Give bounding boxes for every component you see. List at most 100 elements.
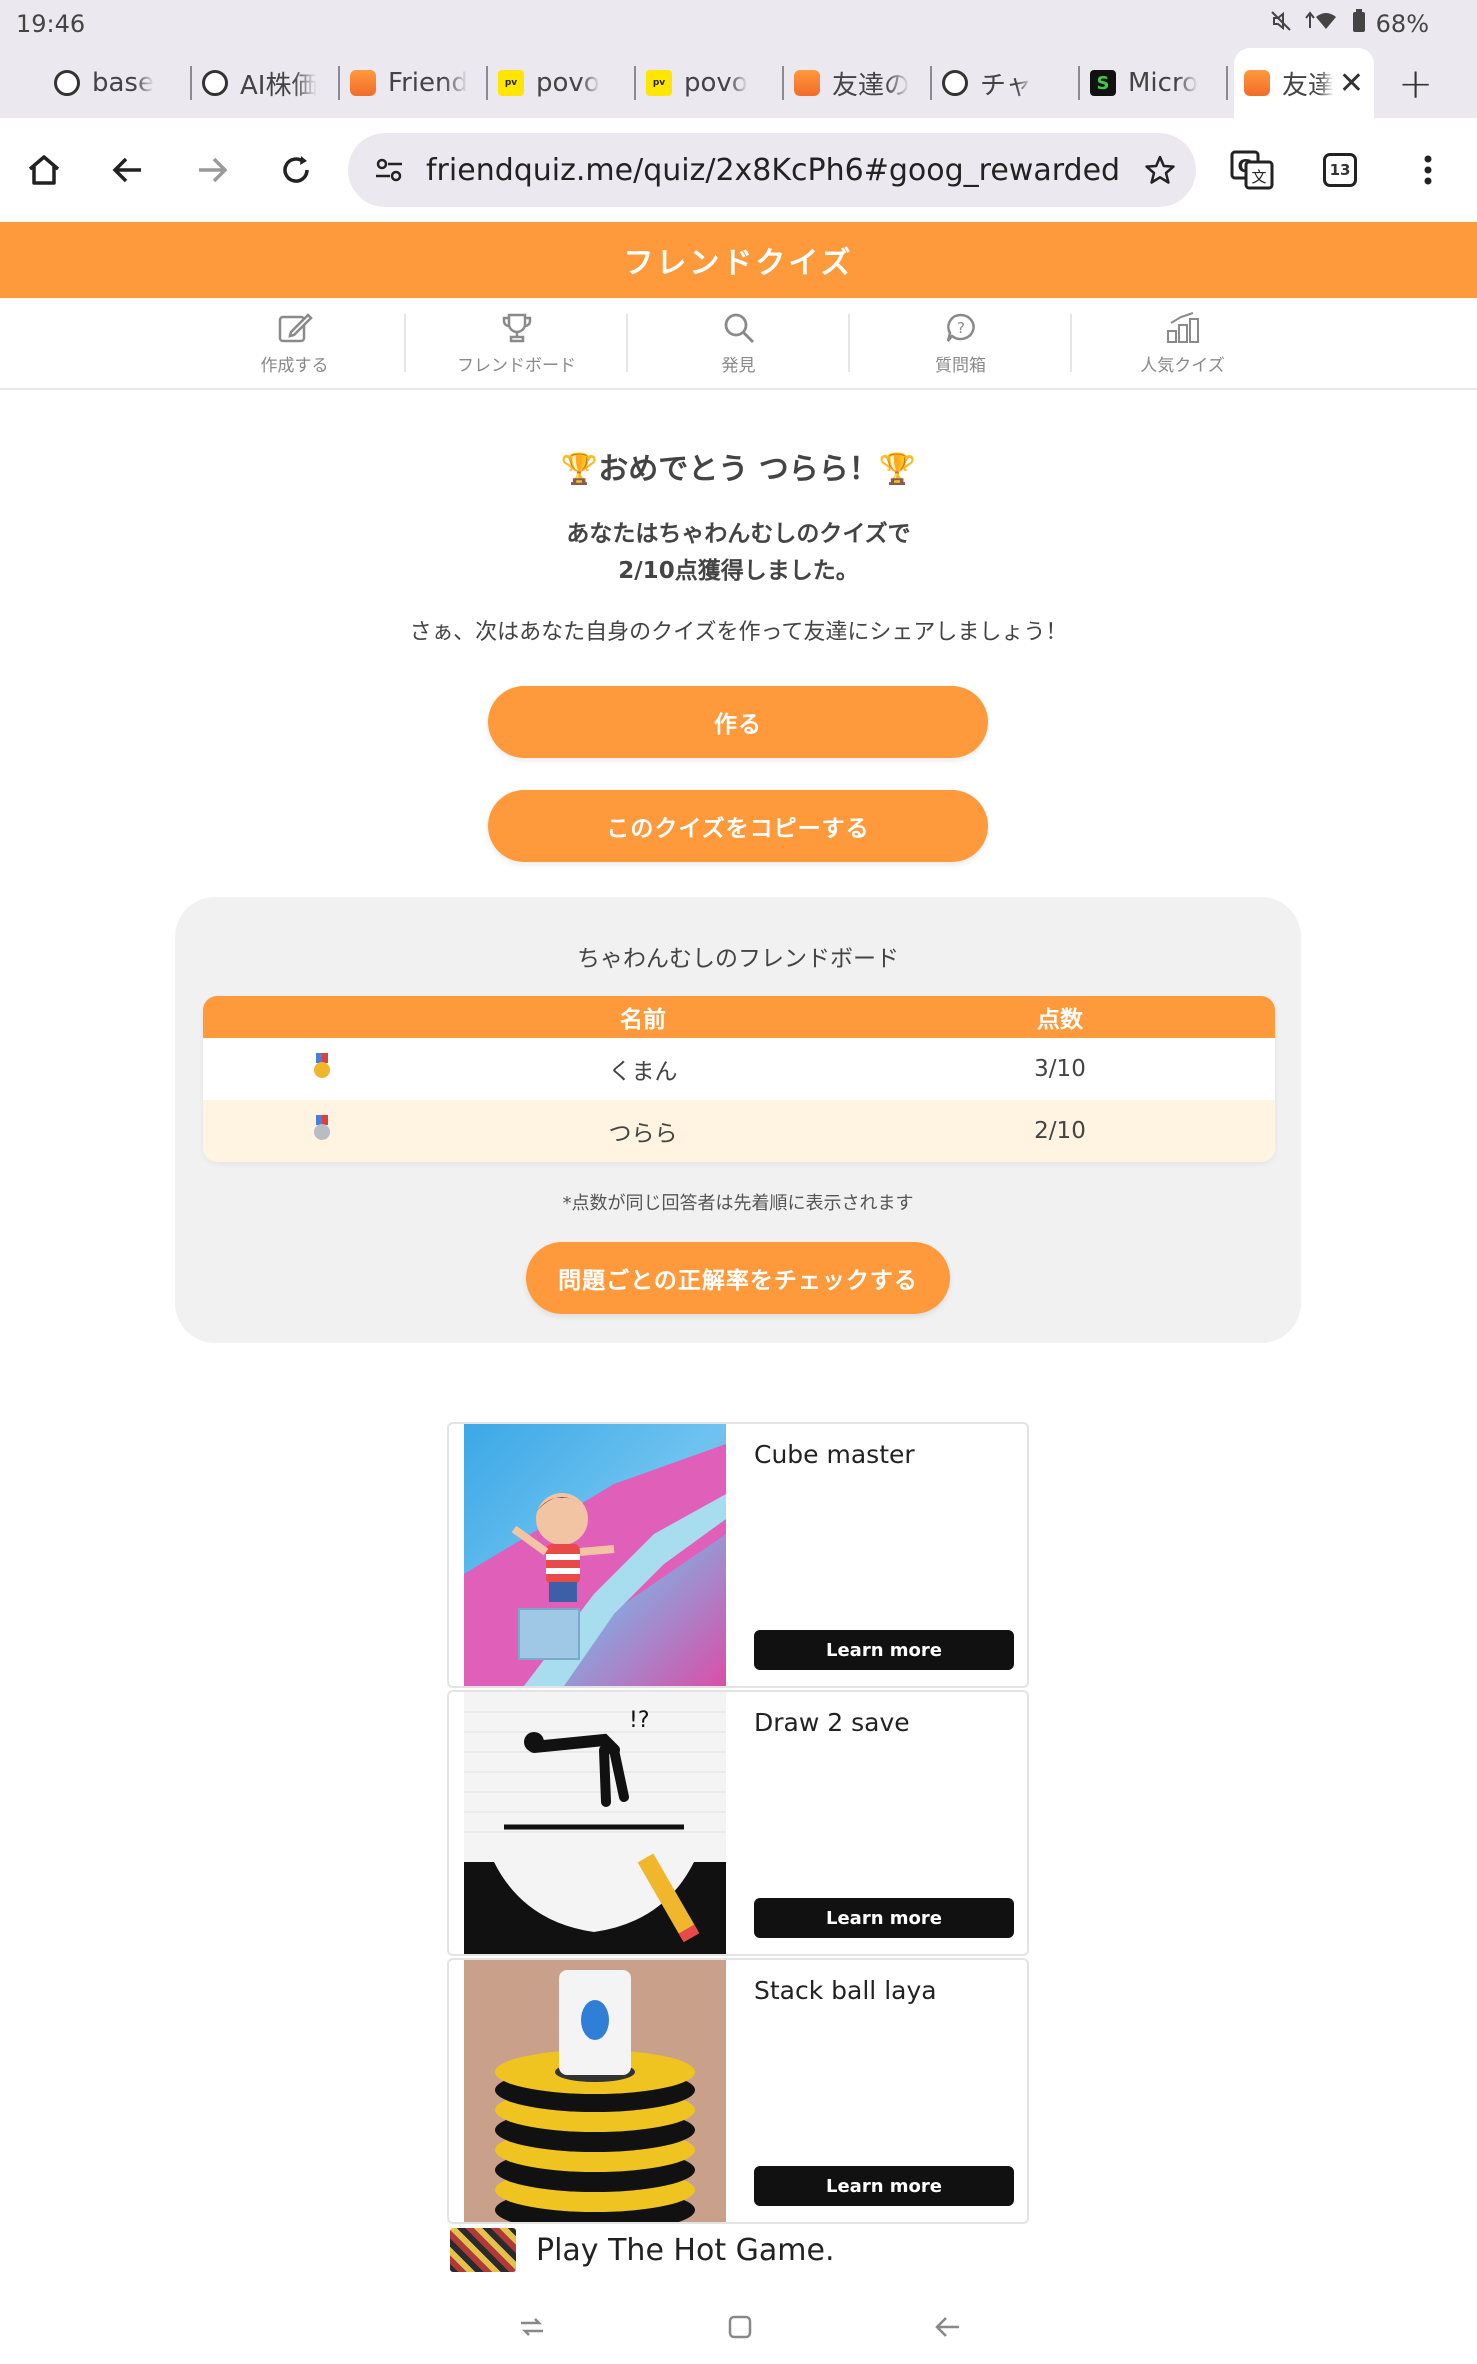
tab-count: 13 bbox=[1323, 153, 1357, 187]
copy-quiz-button[interactable]: このクイズをコピーする bbox=[488, 790, 988, 862]
home-button[interactable] bbox=[2, 128, 86, 212]
translate-button[interactable]: G文 bbox=[1210, 128, 1294, 212]
ranking-icon bbox=[1166, 311, 1199, 343]
tab-ai[interactable]: AI株価 bbox=[192, 48, 340, 118]
silver-medal-icon bbox=[313, 1115, 331, 1141]
battery-icon bbox=[1352, 9, 1366, 39]
bookmark-star-icon[interactable] bbox=[1144, 154, 1176, 186]
ad-list: Cube master Learn more !? Draw 2 save Le bbox=[447, 1422, 1029, 2226]
ad-image-draw-2-save[interactable]: !? bbox=[464, 1692, 726, 1954]
battery-percent: 68% bbox=[1375, 10, 1429, 38]
svg-text:?: ? bbox=[957, 319, 965, 337]
menu-button[interactable] bbox=[1386, 128, 1470, 212]
povo-favicon: pv bbox=[646, 70, 672, 96]
board-note: *点数が同じ回答者は先着順に表示されます bbox=[562, 1193, 914, 1214]
edit-icon bbox=[278, 312, 313, 342]
browser-toolbar: friendquiz.me/quiz/2x8KcPh6#goog_rewarde… bbox=[0, 118, 1477, 222]
row-score: 2/10 bbox=[1034, 1118, 1086, 1144]
nav-create-label: 作成する bbox=[260, 355, 329, 376]
invite-text: さぁ、次はあなた自身のクイズを作って友達にシェアしましょう！ bbox=[409, 620, 1068, 645]
ad-card[interactable]: Cube master Learn more bbox=[447, 1422, 1029, 1688]
table-row: つらら 2/10 bbox=[203, 1100, 1275, 1162]
tab-strip: base AI株価 Friend pv povo pv povo 友達の チャ SM… bbox=[0, 48, 1477, 118]
table-header: 名前 点数 bbox=[203, 996, 1275, 1038]
svg-text:文: 文 bbox=[1251, 168, 1266, 186]
new-tab-button[interactable]: + bbox=[1398, 59, 1433, 108]
home-icon bbox=[28, 155, 60, 185]
nav-friendboard-label: フレンドボード bbox=[457, 355, 576, 376]
tab-povo-1[interactable]: pv povo bbox=[488, 48, 636, 118]
tab-povo-2[interactable]: pv povo bbox=[636, 48, 784, 118]
mute-icon bbox=[1270, 10, 1292, 38]
reload-button[interactable] bbox=[254, 128, 338, 212]
forward-arrow-icon bbox=[199, 157, 228, 183]
ad-title[interactable]: Stack ball laya bbox=[754, 1976, 937, 2005]
header-name: 名前 bbox=[620, 1007, 666, 1033]
tab-switcher-button[interactable]: 13 bbox=[1298, 128, 1382, 212]
wifi-icon bbox=[1302, 10, 1342, 38]
ad-card[interactable]: !? Draw 2 save Learn more bbox=[447, 1690, 1029, 1956]
nav-popular-label: 人気クイズ bbox=[1140, 355, 1225, 376]
back-nav-icon[interactable] bbox=[933, 2314, 961, 2340]
home-nav-icon[interactable] bbox=[727, 2314, 753, 2340]
friend-board-title: ちゃわんむしのフレンドボード bbox=[577, 946, 899, 972]
nav-discover-label: 発見 bbox=[721, 355, 756, 376]
nav-discover[interactable]: 発見 bbox=[628, 298, 850, 388]
tab-cha[interactable]: チャ bbox=[932, 48, 1080, 118]
learn-more-button[interactable]: Learn more bbox=[754, 2166, 1014, 2206]
ad-footer-text[interactable]: Play The Hot Game. bbox=[536, 2233, 835, 2268]
globe-icon bbox=[942, 70, 968, 96]
address-bar[interactable]: friendquiz.me/quiz/2x8KcPh6#goog_rewarde… bbox=[348, 133, 1196, 207]
ad-footer-thumbnail[interactable] bbox=[450, 2228, 516, 2272]
search-icon bbox=[724, 313, 754, 343]
ad-footer[interactable]: Play The Hot Game. bbox=[450, 2228, 835, 2272]
nav-question-box-label: 質問箱 bbox=[935, 355, 986, 376]
translate-icon: G文 bbox=[1230, 150, 1274, 190]
tab-friend[interactable]: Friend bbox=[340, 48, 488, 118]
s-favicon: S bbox=[1090, 70, 1116, 96]
result-text: あなたはちゃわんむしのクイズで 2/10点獲得しました。 bbox=[0, 516, 1477, 590]
row-name: つらら bbox=[608, 1121, 678, 1147]
trophy-icon bbox=[502, 313, 531, 342]
ad-title[interactable]: Cube master bbox=[754, 1440, 915, 1469]
back-button[interactable] bbox=[86, 128, 170, 212]
svg-text:!?: !? bbox=[629, 1708, 650, 1733]
recents-icon[interactable] bbox=[517, 2315, 547, 2339]
ad-image-stack-ball[interactable] bbox=[464, 1960, 726, 2222]
povo-favicon: pv bbox=[498, 70, 524, 96]
status-bar: 19:46 68% bbox=[0, 0, 1477, 48]
globe-icon bbox=[54, 70, 80, 96]
create-quiz-button[interactable]: 作る bbox=[488, 686, 988, 758]
globe-icon bbox=[202, 70, 228, 96]
check-accuracy-button[interactable]: 問題ごとの正解率をチェックする bbox=[526, 1242, 950, 1314]
ad-title[interactable]: Draw 2 save bbox=[754, 1708, 910, 1737]
more-vert-icon bbox=[1424, 155, 1432, 185]
congrats-heading: 🏆おめでとう つらら！🏆 bbox=[560, 452, 917, 487]
row-score: 3/10 bbox=[1034, 1056, 1086, 1082]
close-tab-icon[interactable]: ✕ bbox=[1339, 66, 1364, 101]
learn-more-button[interactable]: Learn more bbox=[754, 1898, 1014, 1938]
url-text[interactable]: friendquiz.me/quiz/2x8KcPh6#goog_rewarde… bbox=[426, 153, 1144, 188]
nav-friendboard[interactable]: フレンドボード bbox=[406, 298, 628, 388]
tab-active[interactable]: 友達 ✕ bbox=[1234, 48, 1374, 118]
tab-tomodachi[interactable]: 友達の bbox=[784, 48, 932, 118]
system-nav-bar bbox=[0, 2290, 1477, 2364]
ad-image-cube-master[interactable] bbox=[464, 1424, 726, 1686]
ad-card[interactable]: Stack ball laya Learn more bbox=[447, 1958, 1029, 2224]
tab-micro[interactable]: S Micro bbox=[1080, 48, 1228, 118]
nav-popular[interactable]: 人気クイズ bbox=[1072, 298, 1294, 388]
back-arrow-icon bbox=[112, 157, 141, 183]
site-settings-icon[interactable] bbox=[374, 157, 404, 183]
nav-create[interactable]: 作成する bbox=[184, 298, 406, 388]
row-name: くまん bbox=[608, 1059, 678, 1085]
tab-base[interactable]: base bbox=[44, 48, 192, 118]
site-nav: 作成する フレンドボード 発見 ? 質問箱 人気クイズ bbox=[0, 298, 1477, 390]
learn-more-button[interactable]: Learn more bbox=[754, 1630, 1014, 1670]
site-title[interactable]: フレンドクイズ bbox=[0, 222, 1477, 298]
friendquiz-favicon bbox=[1244, 70, 1270, 96]
header-score: 点数 bbox=[1037, 1007, 1083, 1033]
nav-question-box[interactable]: ? 質問箱 bbox=[850, 298, 1072, 388]
table-row: くまん 3/10 bbox=[203, 1038, 1275, 1100]
forward-button[interactable] bbox=[170, 128, 254, 212]
result-line-1: あなたはちゃわんむしのクイズで bbox=[566, 521, 911, 547]
